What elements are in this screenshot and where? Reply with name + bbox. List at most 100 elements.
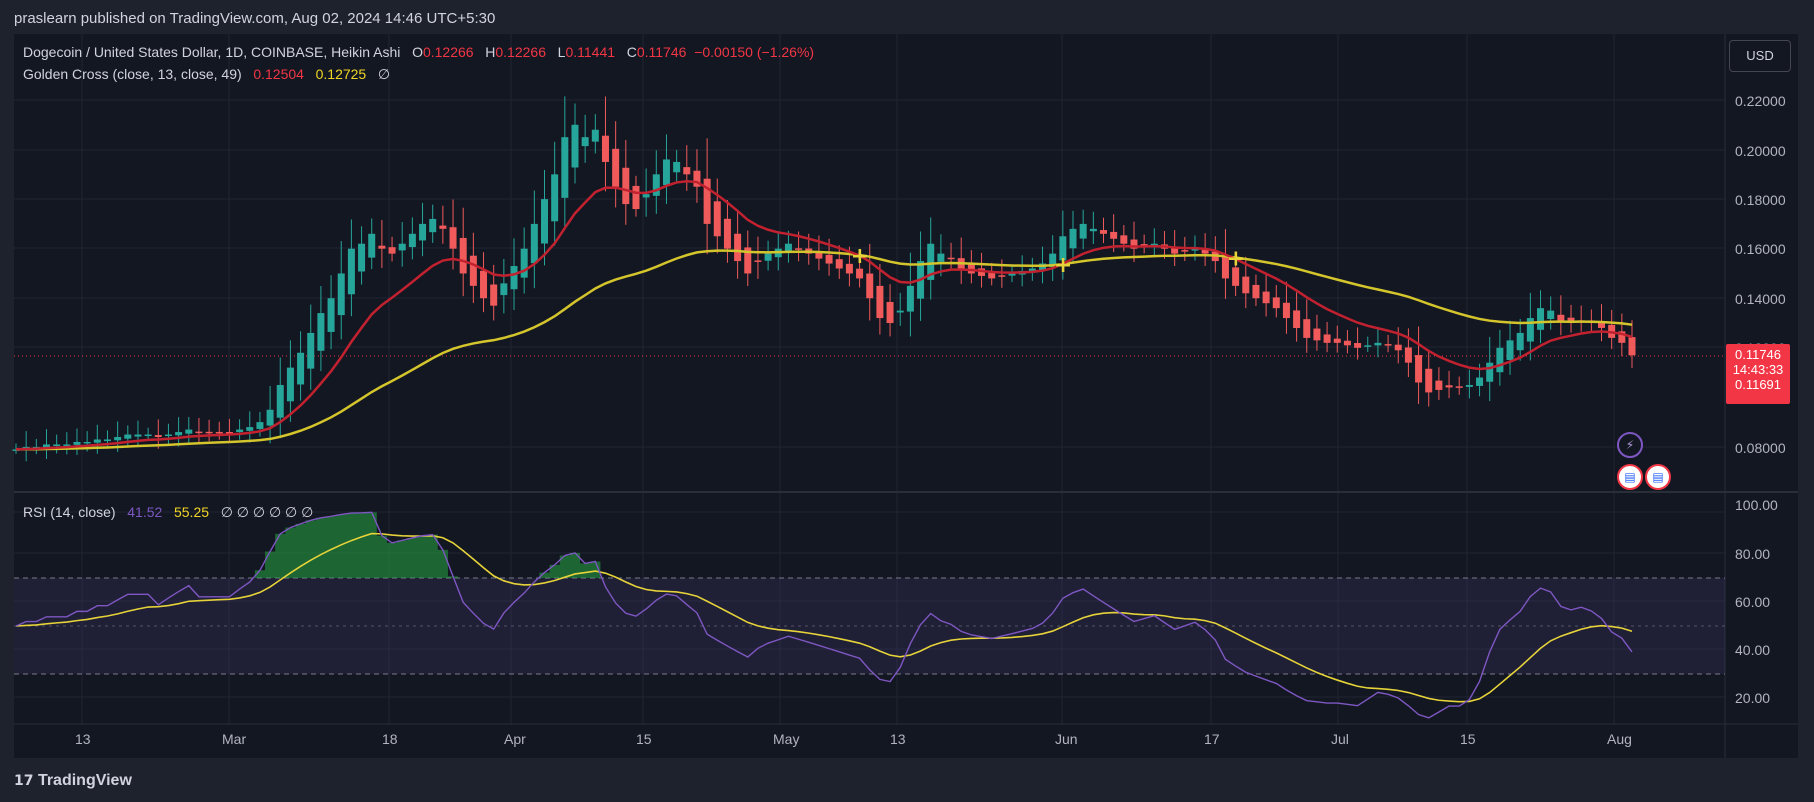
slow-ma-value: 0.12725 (315, 66, 367, 82)
candle-body (1364, 345, 1372, 347)
candle-body (1354, 343, 1362, 348)
candle-body (388, 247, 396, 254)
last-price-label: 0.11746 14:43:33 0.11691 (1726, 344, 1790, 404)
high-label: H (485, 44, 496, 60)
candle-body (195, 431, 203, 434)
slow-ma-line (15, 249, 1633, 451)
candle-body (683, 167, 691, 175)
empty-symbol: ∅ (377, 66, 391, 82)
time-tick: 15 (1460, 731, 1476, 747)
candles (12, 96, 1636, 462)
candle-body (947, 257, 955, 260)
rsi-empty-symbols: ∅ ∅ ∅ ∅ ∅ ∅ (220, 504, 314, 520)
close-value: 0.11746 (636, 44, 687, 60)
symbol-legend[interactable]: Dogecoin / United States Dollar, 1D, COI… (23, 44, 814, 60)
candle-body (1404, 347, 1412, 363)
candle-body (581, 137, 589, 147)
candle-body (713, 201, 721, 237)
candle-body (1476, 377, 1484, 386)
candle-body (1333, 338, 1341, 343)
candle-body (734, 233, 742, 262)
candle-body (73, 441, 81, 445)
candle-body (469, 255, 477, 286)
candle-body (103, 439, 111, 442)
candle-body (561, 137, 569, 198)
brand-text: TradingView (37, 772, 132, 789)
candle-body (906, 285, 914, 312)
candle-body (419, 223, 427, 241)
candle-body (1323, 334, 1331, 343)
candle-body (866, 273, 874, 299)
candle-body (1628, 337, 1636, 356)
candle-body (439, 225, 447, 229)
candle-body (1425, 368, 1433, 393)
lightning-event-icon[interactable]: ⚡ (1617, 432, 1643, 458)
rsi-tick: 80.00 (1735, 546, 1771, 562)
candle-body (520, 248, 528, 278)
candle-body (601, 135, 609, 162)
indicator-legend[interactable]: Golden Cross (close, 13, close, 49) 0.12… (23, 66, 390, 83)
us-flag-event-icon[interactable]: ▤ (1645, 464, 1671, 490)
candle-body (1496, 347, 1504, 373)
candle-body (53, 444, 61, 446)
open-label: O (412, 44, 423, 60)
candle-body (1455, 386, 1463, 388)
candle-body (652, 174, 660, 196)
price-tick: 0.18000 (1735, 192, 1786, 208)
us-flag-event-icon[interactable]: ▤ (1617, 464, 1643, 490)
golden-cross-marker: + (1227, 247, 1245, 272)
candle-body (378, 245, 386, 249)
candle-body (429, 218, 437, 233)
candle-body (490, 284, 498, 306)
candle-body (1099, 230, 1107, 234)
candle-body (256, 422, 264, 429)
candle-body (1293, 310, 1301, 328)
time-tick: May (773, 731, 800, 747)
time-tick: Aug (1607, 731, 1632, 747)
low-value: 0.11441 (565, 44, 616, 60)
candle-body (215, 431, 223, 434)
candle-body (337, 273, 345, 316)
candle-body (662, 159, 670, 186)
candle-body (876, 285, 884, 319)
candle-body (164, 434, 172, 437)
candle-body (347, 248, 355, 295)
candle-body (1089, 228, 1097, 232)
candle-body (1445, 385, 1453, 388)
candle-body (246, 427, 254, 431)
tv-logo-icon: 𝟭𝟳 (14, 772, 34, 788)
rsi-tick: 20.00 (1735, 690, 1771, 706)
currency-button[interactable]: USD (1729, 40, 1791, 72)
time-tick: Jun (1055, 731, 1078, 747)
candle-body (571, 124, 579, 168)
candle-body (500, 283, 508, 296)
candle-body (327, 298, 335, 332)
candle-body (1313, 328, 1321, 341)
time-tick: 13 (75, 731, 91, 747)
candle-body (459, 237, 467, 274)
candle-body (276, 384, 284, 418)
bar-countdown: 14:43:33 (1732, 362, 1784, 377)
candle-body (1282, 302, 1290, 319)
tradingview-logo[interactable]: 𝟭𝟳 TradingView (14, 772, 132, 790)
candle-body (175, 432, 183, 436)
candle-body (723, 218, 731, 249)
golden-cross-marker: + (851, 244, 869, 269)
candle-body (1181, 250, 1189, 252)
time-tick: 13 (890, 731, 906, 747)
candle-body (937, 253, 945, 262)
candle-body (307, 332, 315, 369)
candle-body (134, 434, 142, 437)
last-low-value: 0.11691 (1734, 377, 1782, 392)
candle-body (1465, 384, 1473, 387)
open-value: 0.12266 (422, 44, 474, 60)
symbol-title: Dogecoin / United States Dollar, 1D, COI… (23, 44, 401, 60)
candle-body (551, 174, 559, 222)
indicator-title: Golden Cross (close, 13, close, 49) (23, 66, 242, 82)
candle-body (541, 199, 549, 244)
rsi-legend[interactable]: RSI (14, close) 41.52 55.25 ∅ ∅ ∅ ∅ ∅ ∅ (23, 504, 313, 521)
candle-body (1384, 344, 1392, 346)
chart-svg[interactable]: + + + (0, 0, 1814, 802)
price-tick: 0.08000 (1735, 440, 1786, 456)
candle-body (358, 243, 366, 272)
